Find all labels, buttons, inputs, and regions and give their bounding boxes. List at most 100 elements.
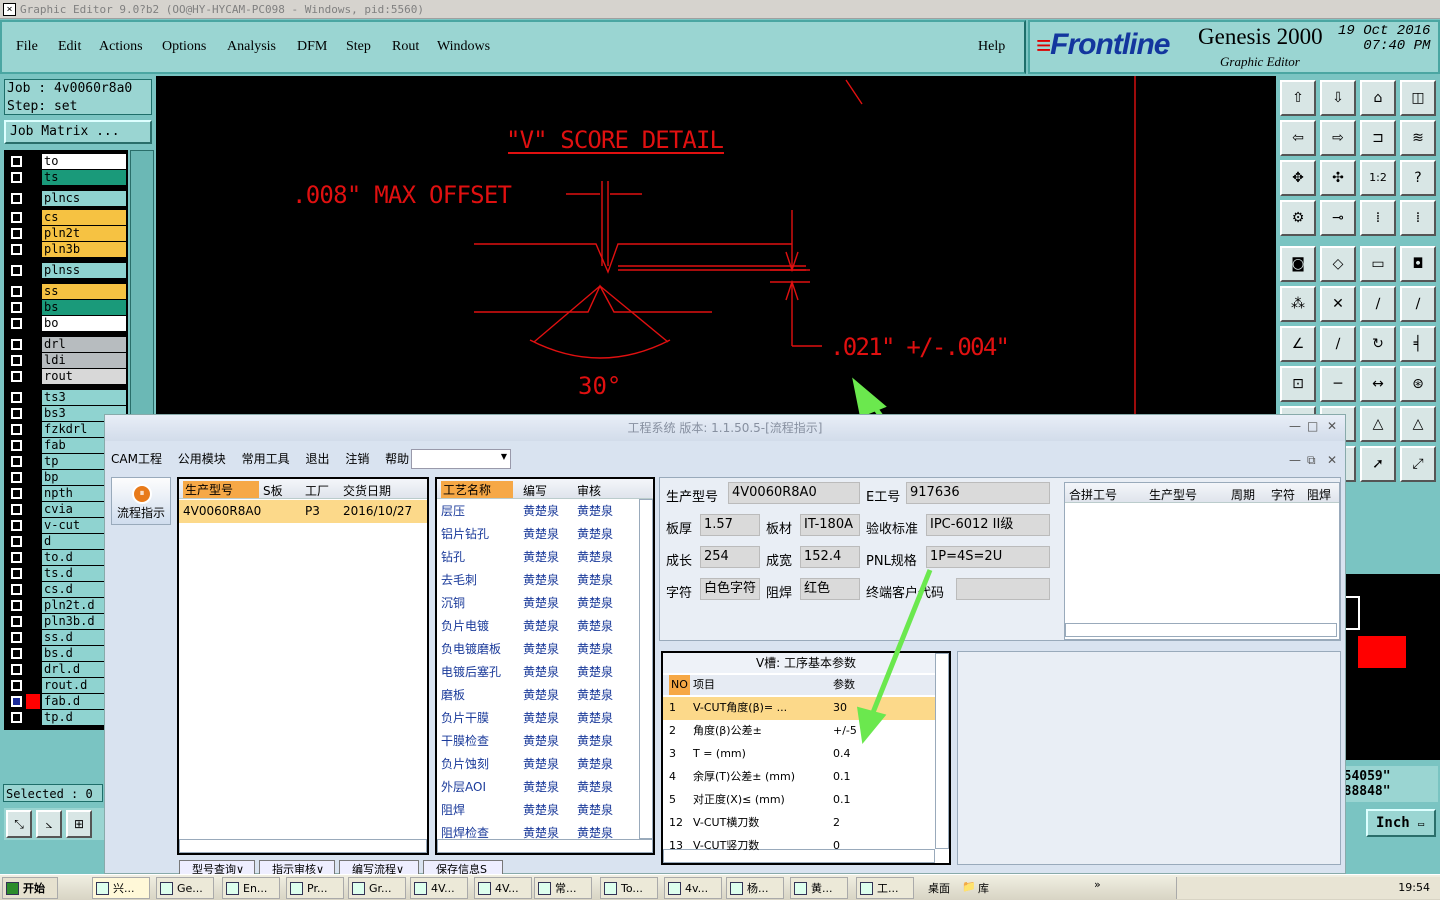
table-row[interactable]: 负片干膜 黄楚泉 黄楚泉 — [437, 707, 653, 730]
layer-row[interactable]: bo — [8, 316, 128, 331]
menu-edit[interactable]: Edit — [58, 39, 81, 55]
cross-icon[interactable]: ✕ — [1320, 286, 1356, 322]
table-row[interactable]: 电镀后塞孔 黄楚泉 黄楚泉 — [437, 661, 653, 684]
help-icon[interactable]: ? — [1400, 160, 1436, 196]
table-row[interactable]: 磨板 黄楚泉 黄楚泉 — [437, 684, 653, 707]
layer-checkbox[interactable] — [11, 632, 22, 643]
slash-icon[interactable]: ∕ — [1320, 326, 1356, 362]
line-icon[interactable]: ∕ — [1360, 286, 1396, 322]
taskbar-item[interactable]: 黄... — [790, 877, 848, 899]
model-field[interactable]: 4V0060R8A0 — [728, 482, 860, 504]
layer-checkbox[interactable] — [11, 552, 22, 563]
grid-icon[interactable]: ⊞ — [66, 810, 92, 838]
save-icon[interactable]: ⇩ — [1320, 80, 1356, 116]
prev-icon[interactable]: ⇦ — [1280, 120, 1316, 156]
job-matrix-button[interactable]: Job Matrix ... — [4, 120, 152, 144]
zoom-icon[interactable]: ⤡ — [6, 810, 32, 838]
cust-field[interactable] — [956, 578, 1050, 600]
nodes-icon[interactable]: ⁂ — [1280, 286, 1316, 322]
layer-checkbox[interactable] — [11, 568, 22, 579]
layer-checkbox[interactable] — [11, 424, 22, 435]
fit-icon[interactable]: ✥ — [1280, 160, 1316, 196]
col-factory[interactable]: 工厂 — [305, 482, 329, 499]
layer-checkbox[interactable] — [11, 440, 22, 451]
table-row[interactable]: 去毛刺 黄楚泉 黄楚泉 — [437, 569, 653, 592]
layer-checkbox[interactable] — [11, 265, 22, 276]
menu-file[interactable]: File — [16, 39, 38, 55]
layer-checkbox[interactable] — [11, 664, 22, 675]
table-row[interactable]: 铝片钻孔 黄楚泉 黄楚泉 — [437, 523, 653, 546]
select-icon[interactable]: ◘ — [1400, 246, 1436, 282]
menu-windows[interactable]: Windows — [437, 39, 490, 55]
layer-checkbox[interactable] — [11, 339, 22, 350]
len-field[interactable]: 254 — [700, 546, 760, 568]
taskbar-item[interactable]: 杨... — [726, 877, 784, 899]
key-icon[interactable]: ⊸ — [1320, 200, 1356, 236]
dmenu-help[interactable]: 帮助 — [385, 452, 409, 466]
ratio-icon[interactable]: 1:2 — [1360, 160, 1396, 196]
dmenu-logout[interactable]: 注销 — [345, 452, 369, 466]
tri2-icon[interactable]: △ — [1360, 406, 1396, 442]
layer-checkbox[interactable] — [11, 584, 22, 595]
thick-field[interactable]: 1.57 — [700, 514, 760, 536]
load-icon[interactable]: ⇧ — [1280, 80, 1316, 116]
col-s[interactable]: S板 — [263, 482, 283, 499]
taskbar-item[interactable]: 工... — [856, 877, 914, 899]
units-button[interactable]: Inch ▭ — [1366, 809, 1436, 837]
settings-icon[interactable]: ⚙ — [1280, 200, 1316, 236]
layer-row[interactable]: ts — [8, 170, 128, 185]
line2-icon[interactable]: ∕ — [1400, 286, 1436, 322]
layer-row[interactable]: plncs — [8, 191, 128, 206]
dmenu-public[interactable]: 公用模块 — [178, 452, 226, 466]
minimize-icon[interactable]: — — [1289, 419, 1301, 433]
stretch-icon[interactable]: ↔ — [1360, 366, 1396, 402]
layer-checkbox[interactable] — [11, 228, 22, 239]
taskbar-item[interactable]: 4V... — [410, 877, 468, 899]
system-menu-icon[interactable]: × — [3, 3, 16, 16]
next-icon[interactable]: ⇨ — [1320, 120, 1356, 156]
layer-row[interactable]: ts3 — [8, 390, 128, 405]
box-icon[interactable]: ⊡ — [1280, 366, 1316, 402]
layer-checkbox[interactable] — [11, 616, 22, 627]
col-process[interactable]: 工艺名称 — [441, 481, 513, 498]
chevron-right-icon[interactable]: » — [1094, 878, 1101, 891]
taskbar-item[interactable]: 4v... — [664, 877, 722, 899]
taskbar-item[interactable]: 兴... — [92, 877, 150, 899]
layer-row[interactable]: plnss — [8, 263, 128, 278]
layer-checkbox[interactable] — [11, 156, 22, 167]
taskbar-item[interactable]: Pr... — [286, 877, 344, 899]
table-row[interactable]: 13 V-CUT竖刀数 0 — [663, 835, 935, 858]
table-row[interactable]: 负电镀磨板 黄楚泉 黄楚泉 — [437, 638, 653, 661]
e-field[interactable]: 917636 — [906, 482, 1050, 504]
layer-checkbox[interactable] — [11, 520, 22, 531]
edit-icon[interactable]: ◇ — [1320, 246, 1356, 282]
dmenu-tools[interactable]: 常用工具 — [242, 452, 290, 466]
layer-checkbox[interactable] — [11, 355, 22, 366]
col-model[interactable]: 生产型号 — [183, 481, 259, 498]
layer-row[interactable]: drl — [8, 337, 128, 352]
table-row[interactable]: 外层AOI 黄楚泉 黄楚泉 — [437, 776, 653, 799]
wave-icon[interactable]: ≋ — [1400, 120, 1436, 156]
layer-checkbox[interactable] — [11, 302, 22, 313]
desktop-shortcut[interactable]: 桌面 — [928, 880, 950, 896]
col-merge[interactable]: 合拼工号 — [1069, 486, 1117, 503]
layer-row[interactable]: bs — [8, 300, 128, 315]
graphic-canvas[interactable]: "V" SCORE DETAIL .008" MAX OFFSET .021" … — [156, 76, 1276, 416]
layer-checkbox[interactable] — [11, 712, 22, 723]
angle-icon[interactable]: ∠ — [1280, 326, 1316, 362]
layer-checkbox[interactable] — [11, 318, 22, 329]
merge-hscroll[interactable] — [1065, 623, 1337, 637]
group-icon[interactable]: ⊛ — [1400, 366, 1436, 402]
mirror-icon[interactable]: ╡ — [1400, 326, 1436, 362]
rotate-icon[interactable]: ↻ — [1360, 326, 1396, 362]
layer-checkbox[interactable] — [11, 696, 22, 707]
mat-field[interactable]: IT-180A — [800, 514, 860, 536]
menu-step[interactable]: Step — [346, 39, 371, 55]
start-button[interactable]: 开始 — [2, 877, 58, 899]
layer-checkbox[interactable] — [11, 536, 22, 547]
close-icon[interactable]: ✕ — [1327, 419, 1337, 433]
menu-analysis[interactable]: Analysis — [227, 39, 276, 55]
menu-dfm[interactable]: DFM — [297, 39, 327, 55]
layer-checkbox[interactable] — [11, 472, 22, 483]
taskbar-item[interactable]: 4V... — [474, 877, 532, 899]
